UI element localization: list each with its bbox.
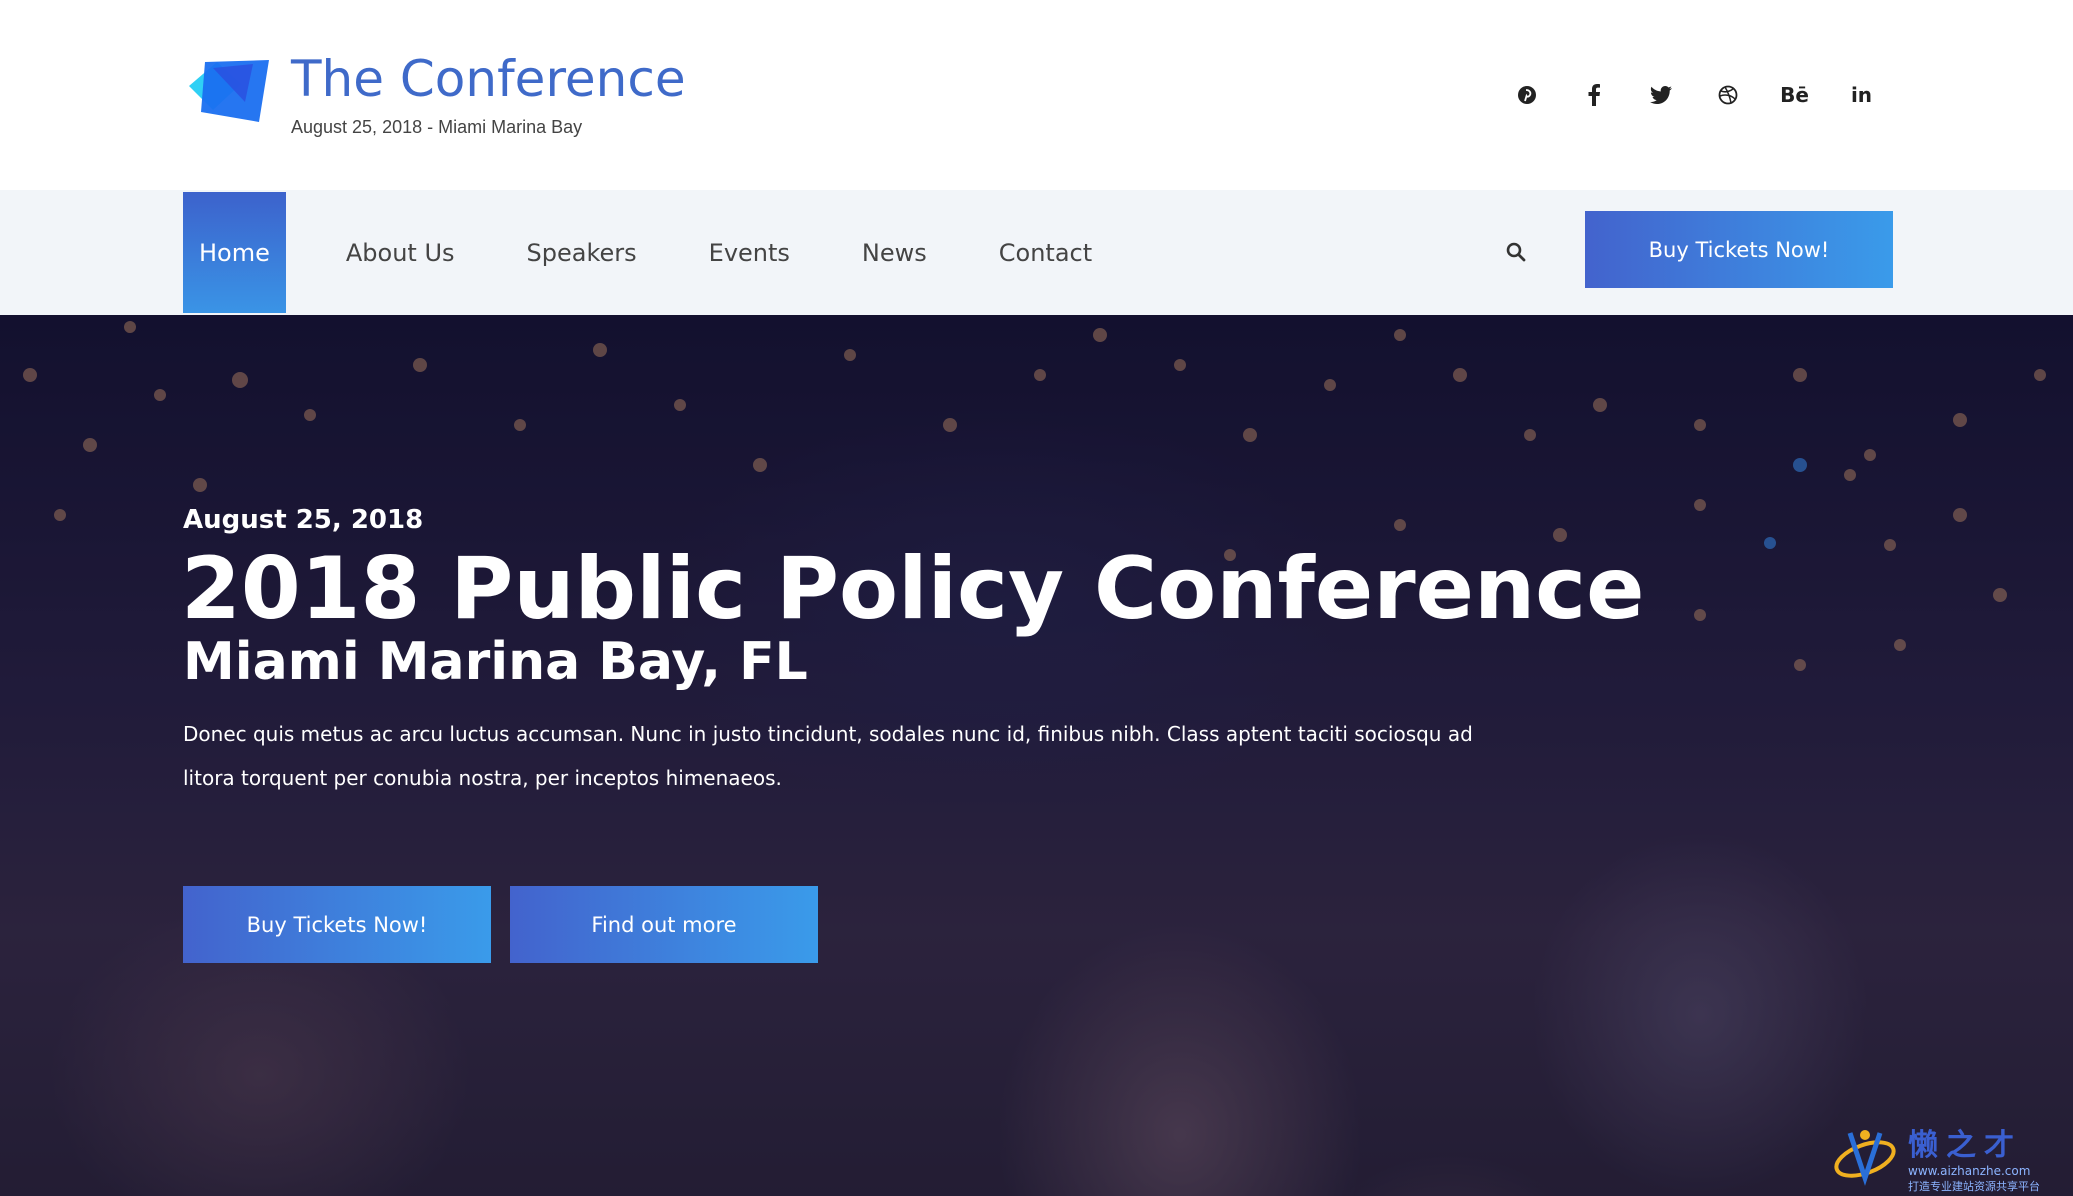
search-button[interactable]: [1500, 237, 1532, 269]
nav-item-news[interactable]: News: [826, 192, 963, 313]
hero-buy-tickets-button[interactable]: Buy Tickets Now!: [183, 886, 491, 963]
linkedin-icon[interactable]: in: [1828, 78, 1895, 112]
nav-item-events[interactable]: Events: [673, 192, 826, 313]
facebook-icon[interactable]: [1560, 78, 1627, 112]
nav-item-speakers[interactable]: Speakers: [491, 192, 673, 313]
main-menu: Home About Us Speakers Events News Conta…: [183, 192, 1128, 313]
hero-event-date: August 25, 2018: [183, 505, 424, 535]
site-tagline: August 25, 2018 - Miami Marina Bay: [291, 117, 583, 137]
hero-find-out-more-button[interactable]: Find out more: [510, 886, 818, 963]
logo-cube-icon: [183, 56, 271, 128]
twitter-icon[interactable]: [1627, 78, 1694, 112]
hero-title: 2018 Public Policy Conference: [181, 539, 1645, 639]
logo-text-group: The Conference August 25, 2018 - Miami M…: [291, 52, 686, 138]
watermark-chinese-text: 懒之才: [1908, 1128, 2022, 1163]
search-icon: [1506, 242, 1526, 265]
social-links: Bē in: [1493, 78, 1895, 112]
nav-item-contact[interactable]: Contact: [963, 192, 1128, 313]
top-header: The Conference August 25, 2018 - Miami M…: [0, 0, 2073, 190]
watermark-logo-icon: [1830, 1123, 1900, 1192]
watermark-url: www.aizhanzhe.com: [1908, 1164, 2031, 1178]
behance-icon[interactable]: Bē: [1761, 78, 1828, 112]
nav-item-about-us[interactable]: About Us: [310, 192, 491, 313]
nav-buy-tickets-button[interactable]: Buy Tickets Now!: [1585, 211, 1893, 288]
watermark: 懒之才 www.aizhanzhe.com 打造专业建站资源共享平台: [1830, 1120, 2070, 1194]
dribbble-icon[interactable]: [1694, 78, 1761, 112]
watermark-text-group: 懒之才 www.aizhanzhe.com 打造专业建站资源共享平台: [1908, 1120, 2040, 1194]
hero-location: Miami Marina Bay, FL: [183, 632, 808, 692]
hero-description: Donec quis metus ac arcu luctus accumsan…: [183, 722, 1473, 790]
watermark-tagline: 打造专业建站资源共享平台: [1908, 1180, 2040, 1193]
pinterest-icon[interactable]: [1493, 78, 1560, 112]
nav-item-home[interactable]: Home: [183, 192, 286, 313]
site-logo-link[interactable]: The Conference August 25, 2018 - Miami M…: [183, 52, 686, 138]
site-title: The Conference: [291, 50, 686, 108]
